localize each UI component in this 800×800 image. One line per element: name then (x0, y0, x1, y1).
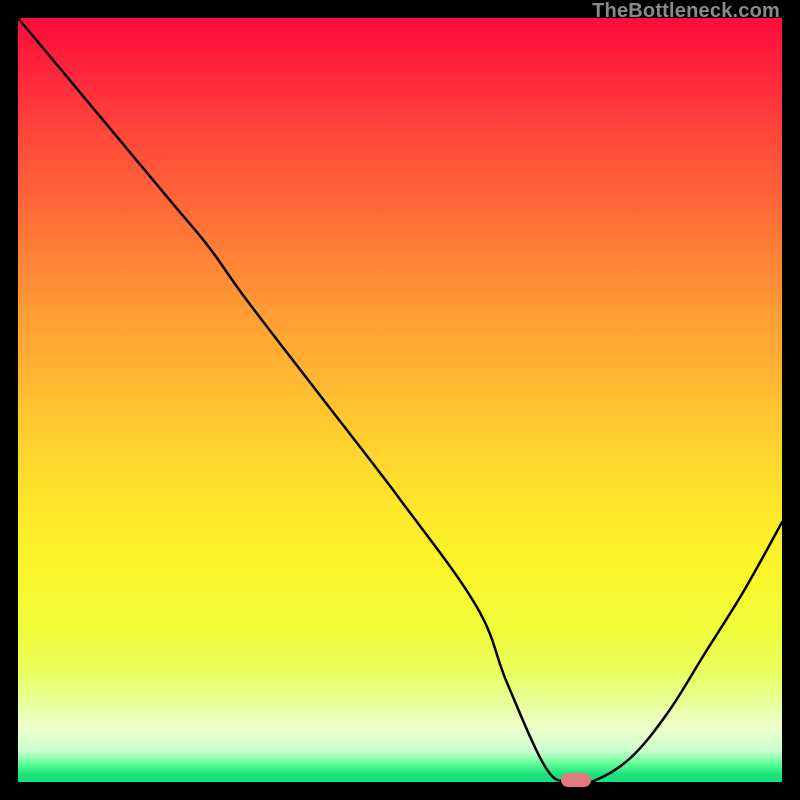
bottleneck-curve (18, 18, 782, 782)
optimal-marker (561, 773, 591, 787)
plot-area (18, 18, 782, 782)
chart-container: TheBottleneck.com (0, 0, 800, 800)
